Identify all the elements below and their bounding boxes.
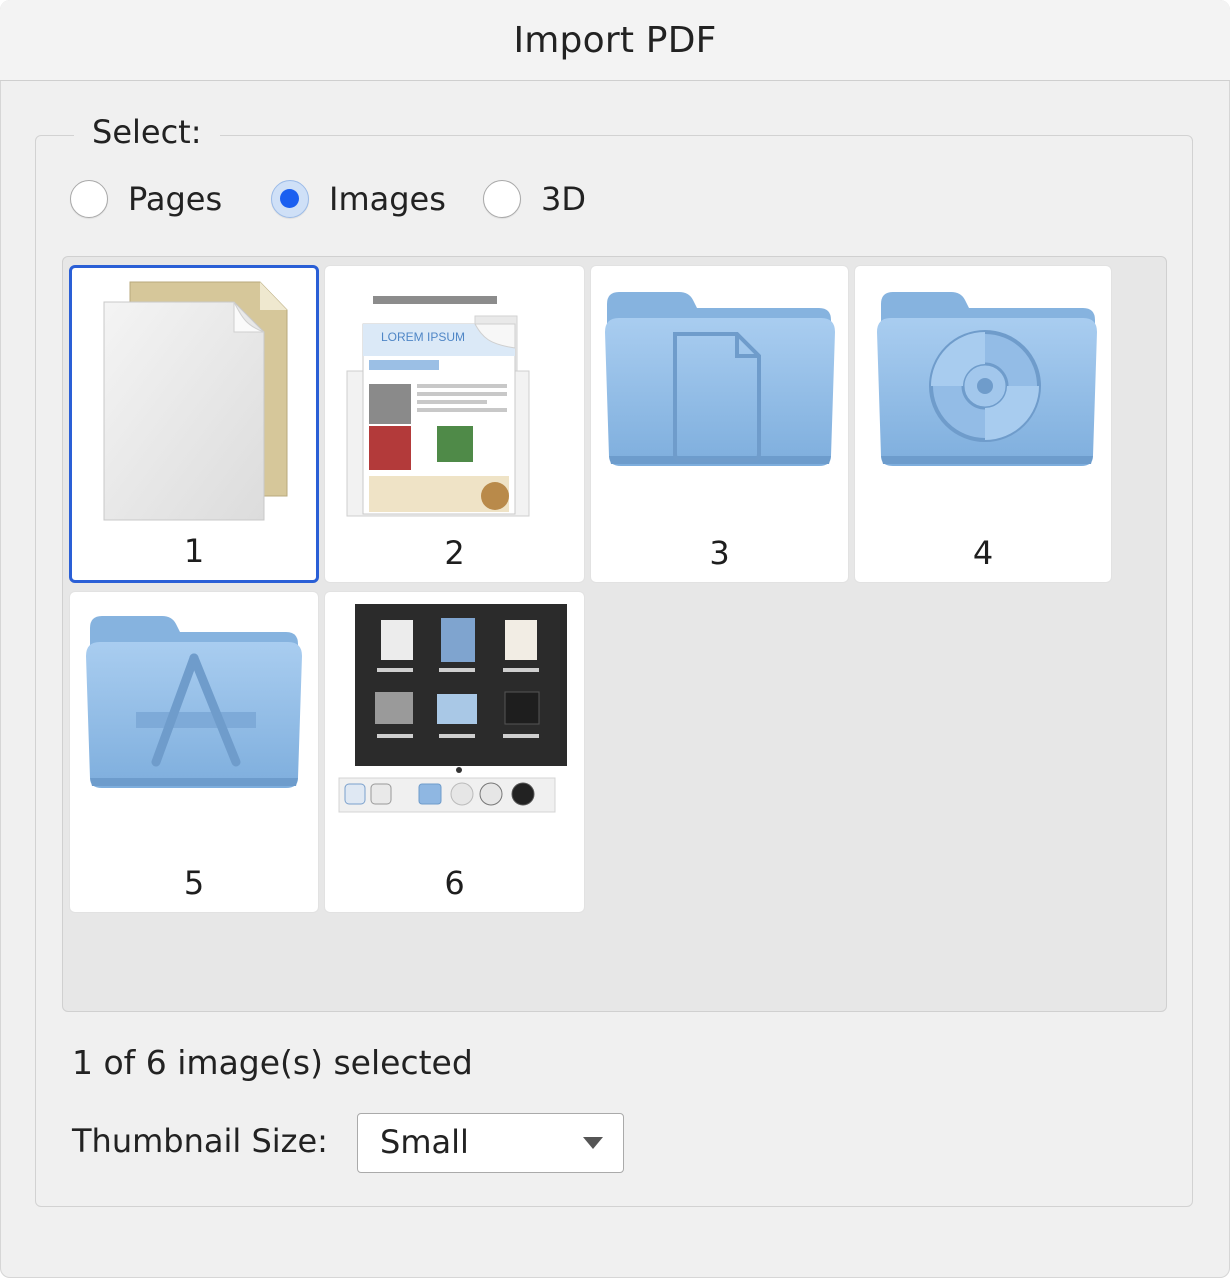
disc-folder-icon [877,292,1097,466]
radio-3d-label[interactable]: 3D [541,180,586,218]
thumbnail-size-value[interactable]: Small [380,1123,469,1161]
svg-text:LOREM IPSUM: LOREM IPSUM [381,330,465,344]
thumbnail-1-label: 1 [183,532,205,570]
thumbnail-5[interactable]: 5 [69,591,319,913]
thumbnail-5-label: 5 [183,864,205,902]
thumbnail-6[interactable]: 6 [324,591,585,913]
thumbnail-1[interactable]: 1 [69,265,319,583]
radio-images[interactable]: Images [271,175,446,223]
import-pdf-dialog: Import PDF Select: Pages Images 3D 1 LOR… [0,0,1230,1278]
documents-folder-icon [605,292,835,466]
radio-images-indicator[interactable] [271,180,309,218]
radio-pages-label[interactable]: Pages [128,180,222,218]
thumbnail-3[interactable]: 3 [590,265,849,583]
thumbnail-2[interactable]: LOREM IPSUM 2 [324,265,585,583]
thumbnail-3-label: 3 [709,534,730,572]
applications-folder-icon [86,616,302,788]
generic-document-icon [103,281,288,521]
radio-3d[interactable]: 3D [483,175,586,223]
selection-status: 1 of 6 image(s) selected [72,1043,473,1082]
thumbnail-4-label: 4 [972,534,994,572]
window-title: Import PDF [513,19,717,61]
radio-pages-indicator[interactable] [70,180,108,218]
thumbnail-size-select[interactable]: Small [357,1113,624,1173]
radio-pages[interactable]: Pages [70,175,222,223]
radio-images-label[interactable]: Images [329,180,446,218]
select-group-legend: Select: [74,113,220,151]
thumbnail-4[interactable]: 4 [854,265,1112,583]
thumbnail-2-label: 2 [444,534,465,572]
chevron-down-icon[interactable] [582,1136,604,1150]
thumbnail-6-label: 6 [444,864,465,902]
newsletter-document-icon: LOREM IPSUM [346,296,530,517]
title-bar: Import PDF [0,0,1230,81]
radio-3d-indicator[interactable] [483,180,521,218]
thumbnail-size-label: Thumbnail Size: [72,1122,328,1160]
photo-gallery-screenshot-icon [338,604,567,813]
image-gallery[interactable]: 1 LOREM IPSUM 2 3 4 5 6 [62,256,1167,1012]
